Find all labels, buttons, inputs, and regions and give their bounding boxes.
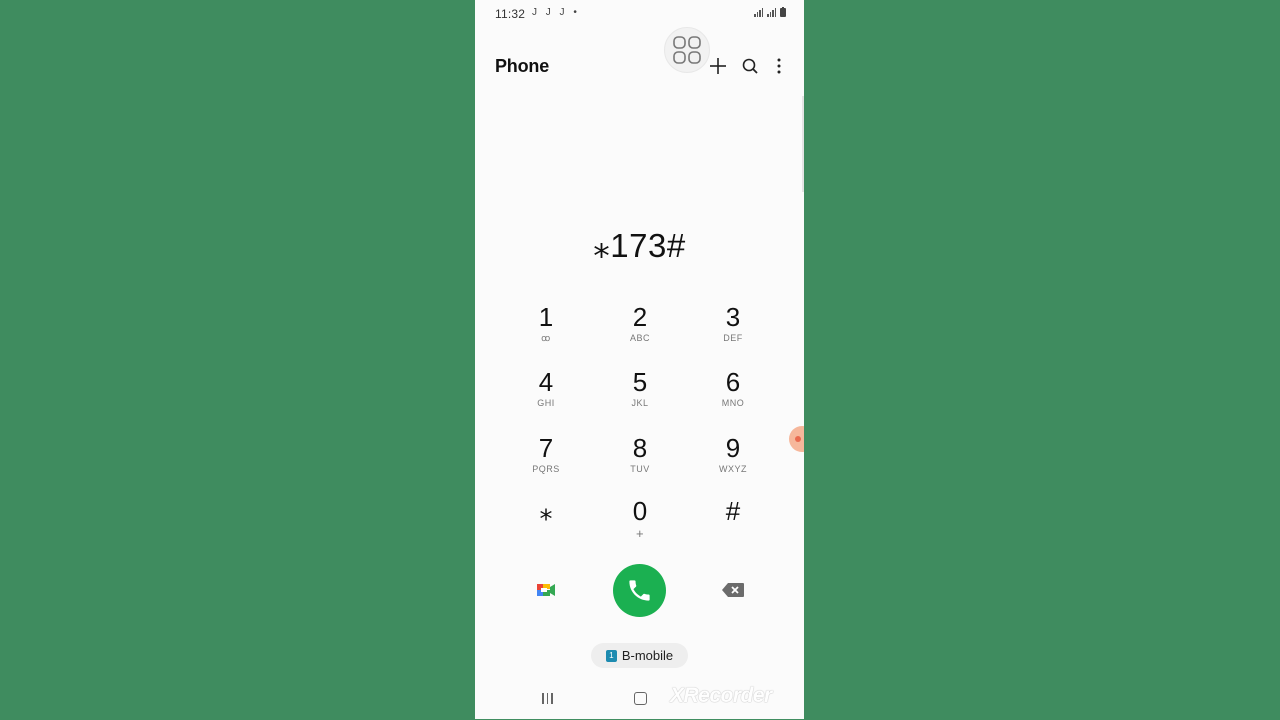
key-9[interactable]: 9 WXYZ bbox=[693, 434, 773, 488]
key-letters: GHI bbox=[537, 398, 555, 408]
page-title: Phone bbox=[495, 56, 550, 76]
apps-grid-button[interactable] bbox=[664, 27, 710, 73]
key-digit: 8 bbox=[632, 433, 648, 463]
plus-icon[interactable] bbox=[707, 55, 729, 77]
key-1[interactable]: 1ꝏ bbox=[506, 303, 586, 357]
key-digit: # bbox=[725, 496, 741, 526]
key-star[interactable]: ⁎ bbox=[506, 497, 586, 551]
key-hash[interactable]: # bbox=[693, 497, 773, 551]
sim-label: B-mobile bbox=[621, 648, 674, 663]
key-digit: 0 bbox=[632, 496, 648, 526]
video-call-icon[interactable] bbox=[535, 580, 557, 600]
key-8[interactable]: 8 TUV bbox=[600, 434, 680, 488]
sim-selector[interactable]: 1 B-mobile bbox=[591, 643, 688, 668]
key-letters: TUV bbox=[630, 464, 650, 474]
background-left bbox=[0, 0, 475, 720]
search-icon[interactable] bbox=[739, 55, 761, 77]
key-digit: 2 bbox=[632, 302, 648, 332]
key-digit: 1 bbox=[538, 302, 554, 332]
key-0[interactable]: 0 + bbox=[600, 497, 680, 551]
key-letters: WXYZ bbox=[719, 464, 747, 474]
call-button[interactable] bbox=[613, 564, 666, 617]
key-7[interactable]: 7 PQRS bbox=[506, 434, 586, 488]
backspace-icon[interactable] bbox=[721, 582, 745, 598]
key-4[interactable]: 4 GHI bbox=[506, 368, 586, 422]
background-right bbox=[804, 0, 1280, 720]
key-letters: JKL bbox=[631, 398, 649, 408]
key-letters: DEF bbox=[723, 333, 743, 343]
key-digit: 4 bbox=[538, 367, 554, 397]
key-letters: ABC bbox=[629, 333, 650, 343]
key-letters: + bbox=[635, 526, 645, 541]
dialed-number[interactable]: ⁎173# bbox=[475, 226, 804, 265]
key-digit: 6 bbox=[725, 367, 741, 397]
apps-grid-icon bbox=[673, 36, 701, 64]
key-6[interactable]: 6 MNO bbox=[693, 368, 773, 422]
key-5[interactable]: 5 JKL bbox=[600, 368, 680, 422]
recorder-watermark: XRecorder bbox=[670, 684, 772, 707]
status-time: 11:32 bbox=[495, 7, 526, 21]
key-letters: ꝏ bbox=[541, 333, 551, 343]
phone-icon bbox=[629, 580, 650, 601]
key-2[interactable]: 2 ABC bbox=[600, 303, 680, 357]
recents-icon[interactable] bbox=[542, 693, 553, 704]
sim-badge: 1 bbox=[605, 649, 617, 662]
phone-screen: 11:32 J J J • Phone ⁎173# 1 ꝏ 2 ABC 3 DEF 4 GHI… bbox=[475, 0, 804, 719]
recorder-floating-button[interactable] bbox=[789, 426, 804, 452]
key-3[interactable]: 3 DEF bbox=[693, 303, 773, 357]
status-right-icons bbox=[754, 6, 786, 17]
signal-icon bbox=[754, 8, 763, 17]
key-digit: 5 bbox=[632, 367, 648, 397]
key-digit: 9 bbox=[725, 433, 741, 463]
notification-icons: J J J • bbox=[532, 7, 580, 18]
navigation-bar: XRecorder bbox=[475, 684, 804, 714]
key-letters: MNO bbox=[721, 398, 745, 408]
battery-icon bbox=[780, 6, 786, 17]
key-letters: PQRS bbox=[532, 464, 560, 474]
home-icon[interactable] bbox=[634, 692, 647, 705]
key-digit: ⁎ bbox=[539, 496, 553, 526]
more-vertical-icon[interactable] bbox=[768, 55, 790, 77]
key-digit: 7 bbox=[538, 433, 554, 463]
scroll-indicator bbox=[802, 96, 804, 192]
key-digit: 3 bbox=[725, 302, 741, 332]
status-bar: 11:32 J J J • bbox=[475, 0, 804, 28]
signal-icon bbox=[767, 8, 776, 17]
